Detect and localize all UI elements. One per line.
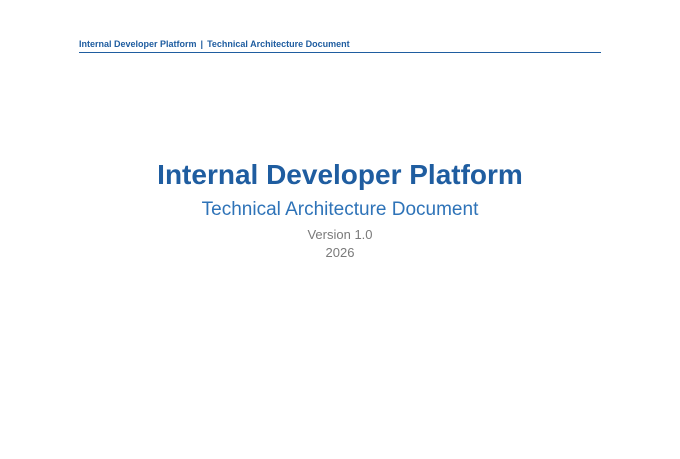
cover-title-block: Internal Developer Platform Technical Ar… [0,158,680,261]
document-title: Internal Developer Platform [157,159,523,190]
header-separator: | [200,39,204,49]
document-year: 2026 [325,245,355,260]
header-platform-name: Internal Developer Platform [79,39,197,49]
header-document-type: Technical Architecture Document [207,39,350,49]
document-subtitle: Technical Architecture Document [201,199,479,220]
document-page: Internal Developer Platform | Technical Ar… [0,0,680,459]
document-version: Version 1.0 [307,227,373,242]
running-header: Internal Developer Platform | Technical Ar… [79,39,601,53]
